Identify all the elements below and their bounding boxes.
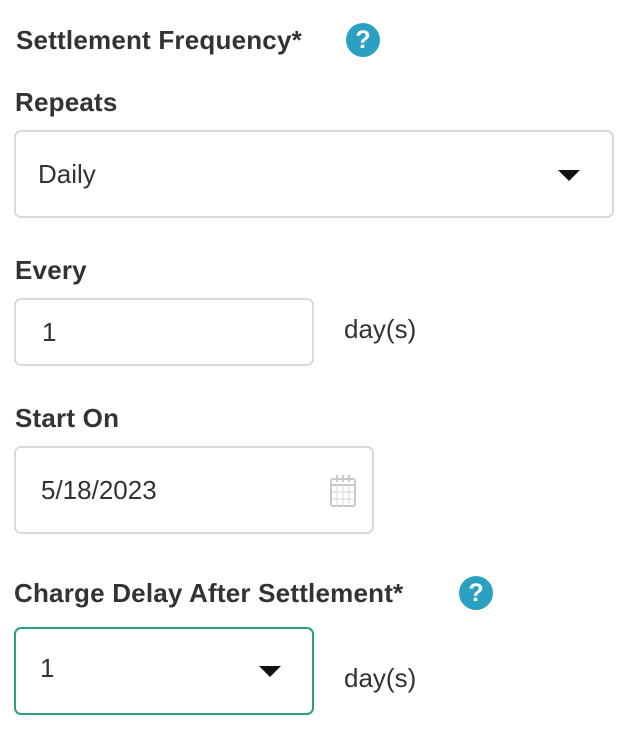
every-input[interactable]: 1 — [14, 298, 314, 366]
charge-delay-help-icon[interactable]: ? — [459, 576, 493, 610]
settlement-frequency-help-icon[interactable]: ? — [346, 23, 380, 57]
caret-down-icon — [259, 666, 281, 677]
every-label: Every — [15, 255, 87, 285]
start-on-label: Start On — [15, 403, 120, 433]
charge-delay-select[interactable]: 1 — [14, 627, 314, 715]
settlement-frequency-label: Settlement Frequency* — [16, 25, 302, 55]
charge-delay-label: Charge Delay After Settlement* — [14, 578, 404, 608]
calendar-icon[interactable] — [330, 474, 356, 508]
repeats-selected-value: Daily — [38, 158, 96, 189]
charge-delay-selected-value: 1 — [40, 652, 55, 683]
caret-down-icon — [558, 170, 580, 181]
every-input-value: 1 — [42, 316, 57, 347]
repeats-label: Repeats — [15, 87, 118, 117]
repeats-select[interactable]: Daily — [14, 130, 614, 218]
charge-delay-unit-label: day(s) — [344, 663, 417, 693]
start-on-date-value: 5/18/2023 — [41, 474, 157, 505]
every-unit-label: day(s) — [344, 314, 417, 344]
start-on-date-input[interactable]: 5/18/2023 — [14, 446, 374, 534]
